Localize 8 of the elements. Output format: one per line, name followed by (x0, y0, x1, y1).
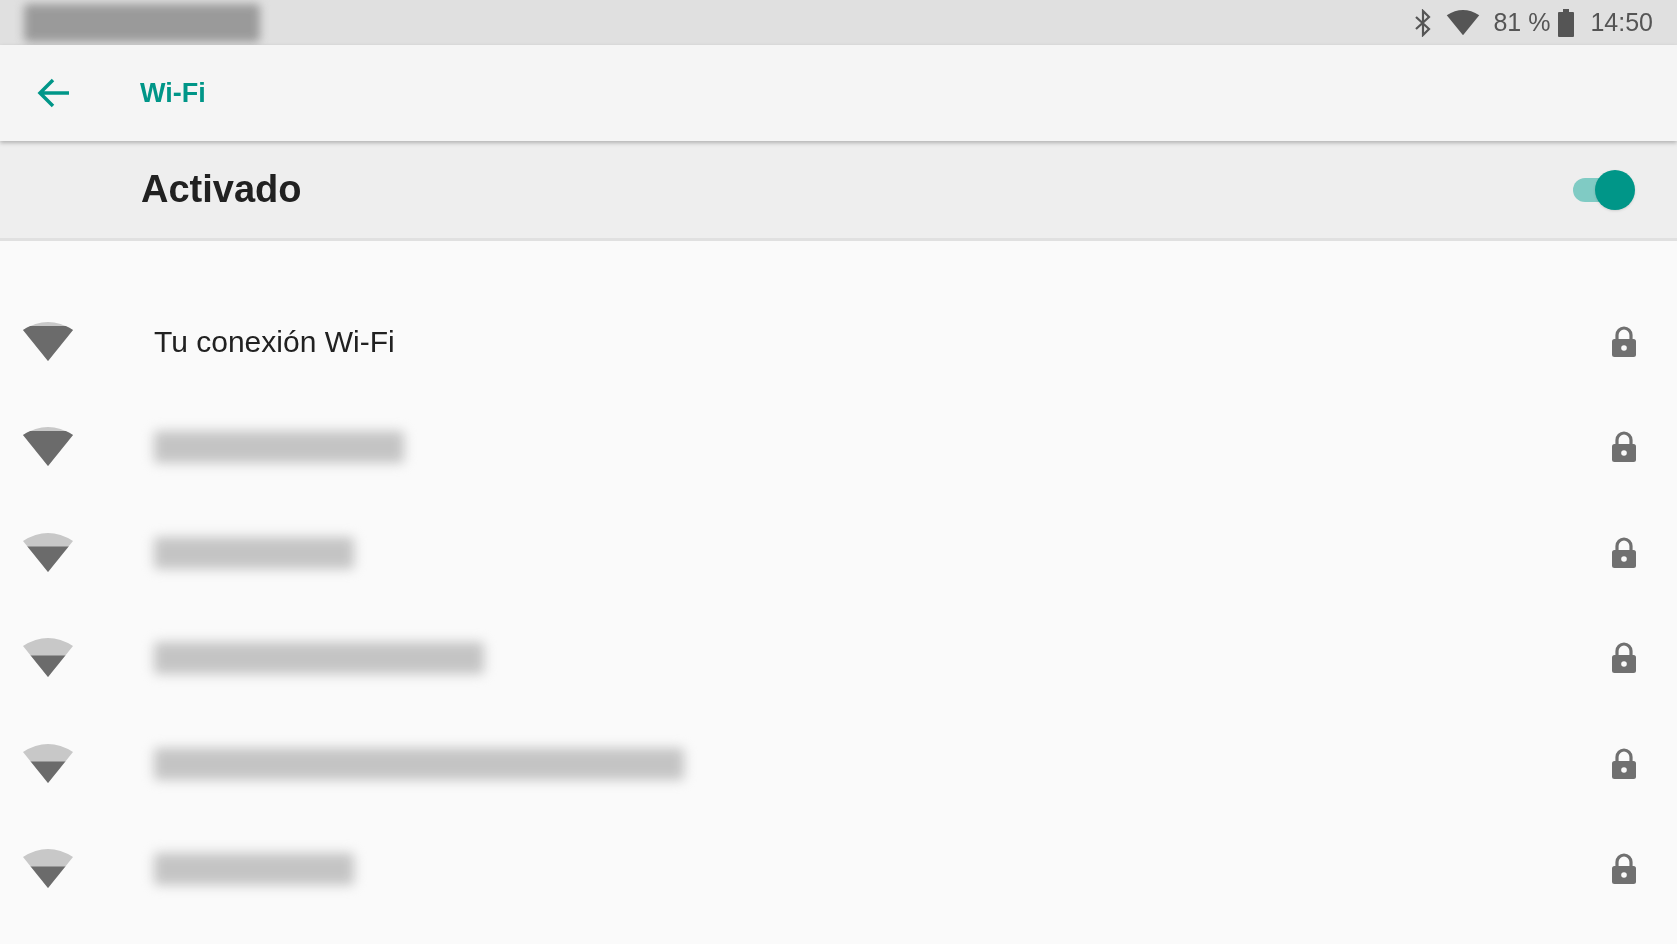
battery-icon (1558, 8, 1575, 37)
switch-label: Activado (141, 167, 302, 212)
clock: 14:50 (1590, 6, 1653, 38)
toolbar-title: Wi-Fi (140, 76, 206, 110)
battery-percent: 81 % (1493, 6, 1551, 38)
network-name: Tu conexión Wi-Fi (154, 324, 395, 361)
network-row[interactable]: Tu conexión Wi-Fi (0, 289, 1677, 395)
wifi-status-icon (1445, 9, 1482, 36)
